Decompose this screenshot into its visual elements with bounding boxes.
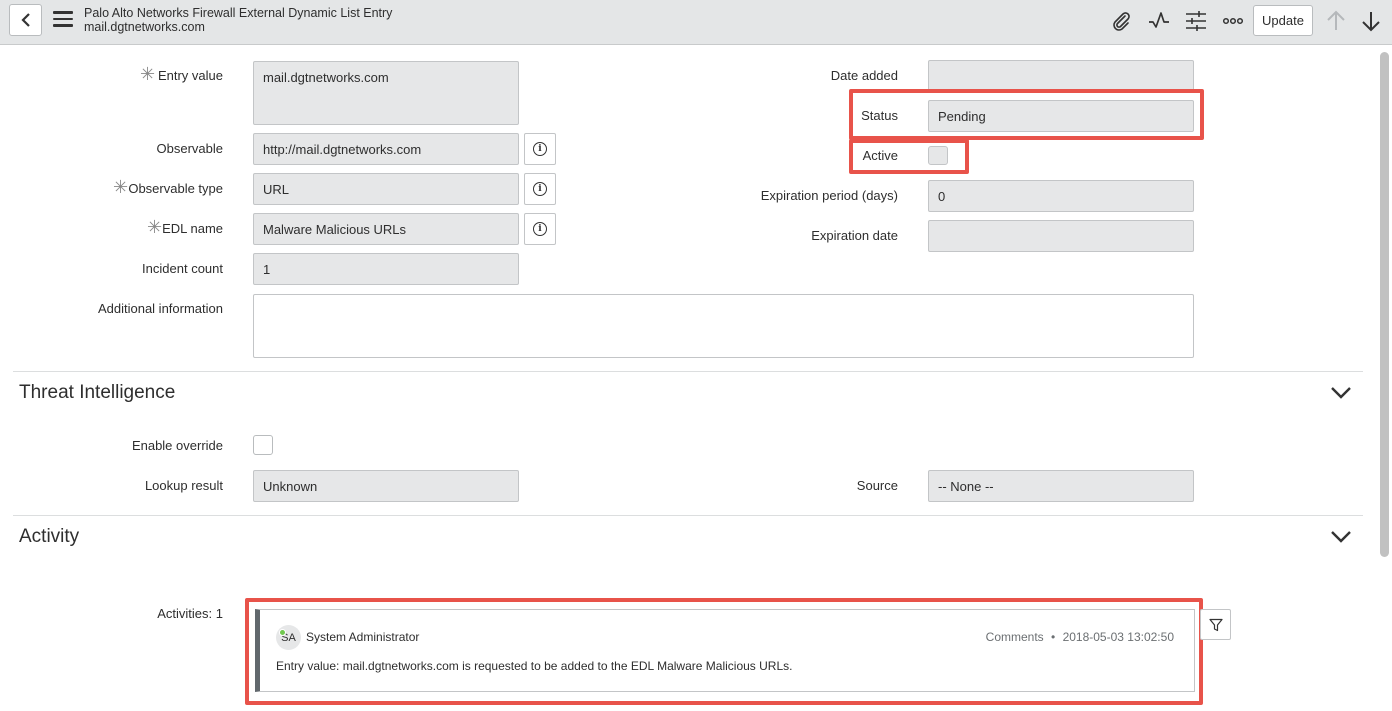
entry-value-field[interactable]: mail.dgtnetworks.com <box>253 61 519 125</box>
observable-field[interactable]: http://mail.dgtnetworks.com <box>253 133 519 165</box>
chevron-down-icon[interactable] <box>1330 530 1352 544</box>
required-marker: ✳ <box>140 64 156 84</box>
activity-title: Activity <box>19 526 80 547</box>
edl-name-field[interactable]: Malware Malicious URLs <box>253 213 519 245</box>
expiration-date-field[interactable] <box>928 220 1194 252</box>
update-button[interactable]: Update <box>1253 5 1313 36</box>
form-header: Palo Alto Networks Firewall External Dyn… <box>0 0 1392 45</box>
date-added-field[interactable] <box>928 60 1194 92</box>
filter-button[interactable] <box>1200 609 1231 640</box>
enable-override-checkbox[interactable] <box>253 435 273 455</box>
expiration-period-field[interactable]: 0 <box>928 180 1194 212</box>
activities-count: Activities: 1 <box>157 606 223 621</box>
additional-info-field[interactable] <box>253 294 1194 358</box>
settings-sliders-icon[interactable] <box>1184 9 1208 33</box>
enable-override-label: Enable override <box>131 438 223 453</box>
section-divider <box>13 515 1363 516</box>
entry-value-text: mail.dgtnetworks.com <box>263 70 389 85</box>
activity-highlight <box>245 598 1203 705</box>
required-marker: ✳ <box>113 177 129 197</box>
chevron-down-icon[interactable] <box>1330 386 1352 400</box>
incident-count-label: Incident count <box>142 261 223 276</box>
lookup-result-label: Lookup result <box>144 478 223 493</box>
edl-name-info-button[interactable]: i <box>524 213 556 245</box>
info-icon: i <box>533 182 547 196</box>
source-select[interactable]: -- None -- <box>928 470 1194 502</box>
edl-name-label: EDL name <box>162 221 223 236</box>
info-icon: i <box>533 222 547 236</box>
menu-icon[interactable] <box>53 11 73 27</box>
arrow-down-icon[interactable] <box>1359 9 1383 33</box>
expiration-period-label: Expiration period (days) <box>760 188 898 203</box>
expiration-date-label: Expiration date <box>811 228 898 243</box>
observable-type-label: Observable type <box>128 181 223 196</box>
incident-count-field[interactable]: 1 <box>253 253 519 285</box>
filter-icon <box>1208 618 1223 631</box>
arrow-up-icon[interactable] <box>1324 9 1348 33</box>
active-highlight <box>849 139 969 174</box>
additional-info-label: Additional information <box>97 301 223 316</box>
observable-info-button[interactable]: i <box>524 133 556 165</box>
activity-icon[interactable] <box>1147 9 1171 33</box>
required-marker: ✳ <box>147 217 163 237</box>
source-label: Source <box>856 478 898 493</box>
page-subtitle: mail.dgtnetworks.com <box>84 20 205 34</box>
status-highlight <box>849 89 1204 140</box>
info-icon: i <box>533 142 547 156</box>
page-title: Palo Alto Networks Firewall External Dyn… <box>84 6 393 20</box>
observable-label: Observable <box>156 141 223 156</box>
scrollbar[interactable] <box>1380 52 1389 557</box>
more-icon[interactable] <box>1221 9 1245 33</box>
observable-type-field[interactable]: URL <box>253 173 519 205</box>
section-divider <box>13 371 1363 372</box>
paperclip-icon[interactable] <box>1109 9 1133 33</box>
threat-intel-title: Threat Intelligence <box>19 382 176 403</box>
entry-value-label: Entry value <box>157 68 223 83</box>
date-added-label: Date added <box>830 68 898 83</box>
back-icon <box>20 13 30 27</box>
lookup-result-field[interactable]: Unknown <box>253 470 519 502</box>
observable-type-info-button[interactable]: i <box>524 173 556 205</box>
back-button[interactable] <box>9 4 42 36</box>
